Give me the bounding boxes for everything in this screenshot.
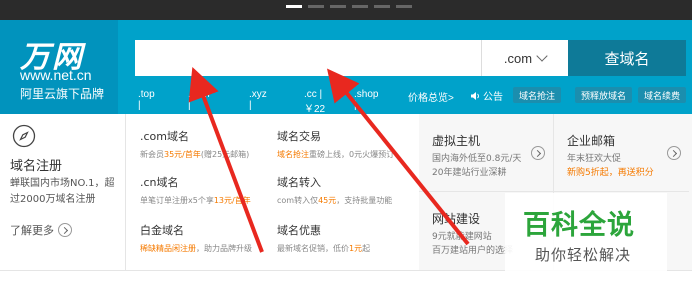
chevron-down-icon (536, 50, 548, 62)
logo-url: www.net.cn (20, 67, 92, 83)
service-title: 域名交易 (277, 130, 321, 143)
compass-icon (12, 124, 36, 148)
product-title: 企业邮箱 (567, 134, 616, 148)
service-title: 白金域名 (140, 224, 184, 237)
brand-logo[interactable]: 万网 www.net.cn 阿里云旗下品牌 (0, 20, 118, 114)
price-overview-link[interactable]: 价格总览> (408, 89, 454, 104)
product-desc: 年末狂欢大促 新购5折起，再送积分 (567, 154, 654, 178)
tld-selected: .com (503, 50, 533, 66)
service-title: 域名转入 (277, 176, 321, 189)
service-item[interactable]: 域名交易 域名抢注重磅上线，0元火爆预订 (277, 128, 407, 160)
product-desc: 9元就能建网站 百万建站用户的选择 (432, 232, 514, 256)
service-desc: 域名抢注重磅上线，0元火爆预订 (277, 150, 395, 159)
panel-description: 蝉联国内市场NO.1，超过2000万域名注册 (10, 178, 115, 205)
service-title: .com域名 (140, 130, 189, 143)
renew-button[interactable]: 域名续费 (638, 87, 687, 103)
carousel-dot[interactable] (286, 5, 302, 8)
price-link[interactable]: .cc | ￥22 (304, 89, 325, 115)
service-desc: 新会员35元/首年(赠25元邮箱) (140, 150, 250, 159)
domain-register-panel[interactable]: 域名注册 蝉联国内市场NO.1，超过2000万域名注册 了解更多 (0, 114, 126, 270)
circle-chevron-right-icon (667, 146, 681, 160)
carousel-bar (0, 0, 692, 20)
service-item[interactable]: 白金域名 稀缺精品闲注册，助力品牌升级 (140, 222, 270, 254)
product-virtual-host[interactable]: 虚拟主机 国内海外低至0.8元/天 20年建站行业深耕 (419, 114, 554, 192)
notice-label: 公告 (483, 92, 503, 103)
service-title: 域名优惠 (277, 224, 321, 237)
service-item[interactable]: 域名优惠 最新域名促销，低价1元起 (277, 222, 407, 254)
service-desc: 稀缺精品闲注册，助力品牌升级 (140, 244, 252, 253)
service-item[interactable]: 域名转入 com转入仅45元，支持批量功能 (277, 174, 407, 206)
service-item[interactable]: .com域名 新会员35元/首年(赠25元邮箱) (140, 128, 270, 160)
circle-chevron-right-icon (531, 146, 545, 160)
watermark-title: 百科全说 (523, 210, 635, 241)
carousel-dot[interactable] (352, 5, 368, 8)
carousel-dot[interactable] (396, 5, 412, 8)
service-title: .cn域名 (140, 176, 179, 189)
product-enterprise-mail[interactable]: 企业邮箱 年末狂欢大促 新购5折起，再送积分 (554, 114, 689, 192)
domain-search-input[interactable] (135, 40, 481, 76)
learn-more-link[interactable]: 了解更多 (10, 222, 72, 238)
learn-more-label: 了解更多 (10, 224, 54, 237)
carousel-dot[interactable] (374, 5, 390, 8)
domain-snap-button[interactable]: 域名抢注 (513, 87, 562, 103)
search-domain-button[interactable]: 查域名 (568, 40, 686, 76)
logo-tagline: 阿里云旗下品牌 (20, 87, 105, 101)
pre-release-button[interactable]: 预释放域名 (575, 87, 633, 103)
service-item[interactable]: .cn域名 单笔订单注册x5个享13元/首年 (140, 174, 270, 206)
service-desc: 最新域名促销，低价1元起 (277, 244, 371, 253)
watermark-subtitle: 助你轻松解决 (535, 246, 632, 264)
carousel-dot[interactable] (330, 5, 346, 8)
product-desc: 国内海外低至0.8元/天 20年建站行业深耕 (432, 154, 522, 178)
product-title: 网站建设 (432, 212, 481, 226)
service-desc: com转入仅45元，支持批量功能 (277, 196, 393, 205)
carousel-dot[interactable] (308, 5, 324, 8)
circle-chevron-right-icon (58, 223, 72, 237)
domain-services-grid: .com域名 新会员35元/首年(赠25元邮箱) 域名交易 域名抢注重磅上线，0… (126, 114, 419, 270)
product-title: 虚拟主机 (432, 134, 481, 148)
speaker-icon (471, 91, 479, 100)
watermark: 百科全说 助你轻松解决 (505, 193, 667, 273)
notice-link[interactable]: 公告 (470, 88, 503, 103)
tld-dropdown[interactable]: .com (481, 40, 568, 76)
carousel-indicators (286, 5, 412, 8)
panel-title: 域名注册 (10, 159, 63, 174)
service-desc: 单笔订单注册x5个享13元/首年 (140, 196, 251, 205)
